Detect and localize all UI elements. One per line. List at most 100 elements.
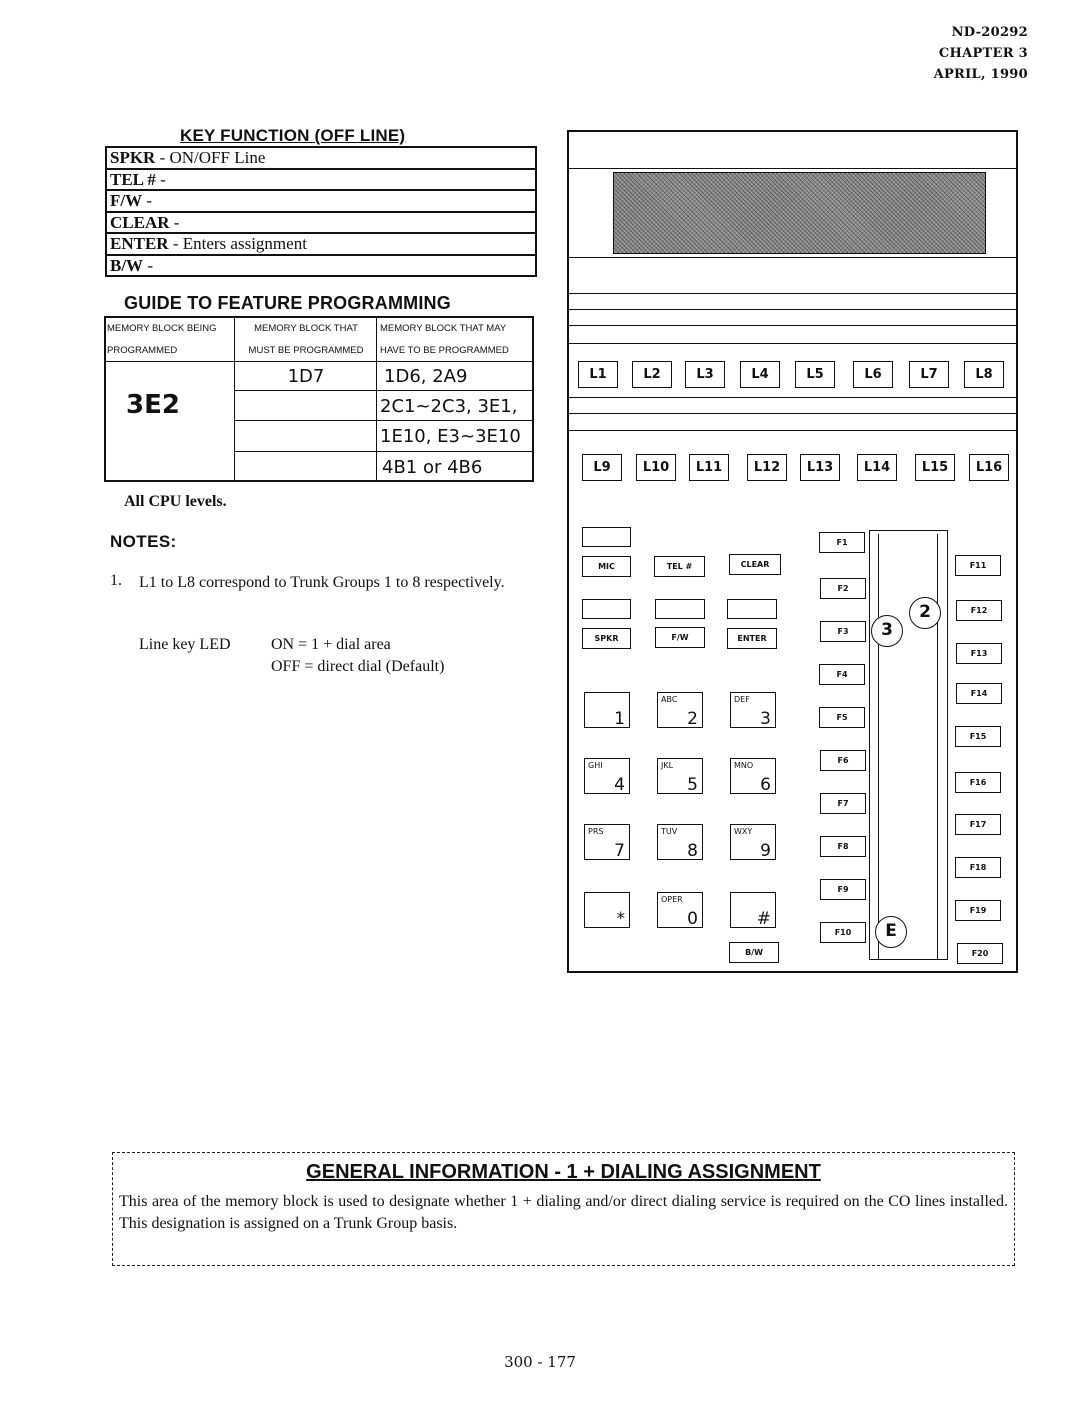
dial-key-star[interactable]: * (584, 892, 630, 929)
divider (234, 318, 235, 480)
dial-key-digit: 6 (760, 775, 771, 795)
f-key-10[interactable]: F10 (820, 922, 866, 943)
f-key-3[interactable]: F3 (820, 621, 866, 642)
designation-strip (869, 530, 948, 960)
dial-key-digit: 2 (687, 709, 698, 729)
f-key-1[interactable]: F1 (819, 532, 865, 553)
note-text: L1 to L8 correspond to Trunk Groups 1 to… (139, 574, 505, 591)
blank-key[interactable] (727, 599, 777, 619)
fw-key[interactable]: F/W (655, 627, 705, 648)
dial-key-digit: # (756, 909, 771, 929)
led-on-meaning: ON = 1 + dial area (271, 636, 391, 653)
dial-key-letters: PRS (588, 827, 604, 836)
key-function-row: ENTER - Enters assignment (107, 234, 535, 256)
blank-key[interactable] (655, 599, 705, 619)
f-key-4[interactable]: F4 (819, 664, 865, 685)
line-key-10[interactable]: L10 (636, 454, 676, 481)
dial-key-letters: JKL (661, 761, 674, 770)
dial-key-4[interactable]: GHI 4 (584, 758, 630, 795)
lcd-display (613, 172, 986, 254)
dial-key-digit: 4 (614, 775, 625, 795)
line-key-3[interactable]: L3 (685, 361, 725, 388)
f-key-7[interactable]: F7 (820, 793, 866, 814)
dial-key-letters: GHI (588, 761, 603, 770)
dial-key-2[interactable]: ABC 2 (657, 692, 703, 729)
blank-key[interactable] (582, 527, 631, 547)
line-key-6[interactable]: L6 (853, 361, 893, 388)
line-key-13[interactable]: L13 (800, 454, 840, 481)
line-key-9[interactable]: L9 (582, 454, 622, 481)
f-key-17[interactable]: F17 (955, 814, 1001, 835)
line-key-11[interactable]: L11 (689, 454, 729, 481)
document-date: APRIL, 1990 (933, 67, 1028, 82)
divider (234, 451, 532, 452)
f-key-14[interactable]: F14 (956, 683, 1002, 704)
f-key-2[interactable]: F2 (820, 578, 866, 599)
dial-key-1[interactable]: 1 (584, 692, 630, 729)
line-key-14[interactable]: L14 (857, 454, 897, 481)
f-key-9[interactable]: F9 (820, 879, 866, 900)
dial-key-0[interactable]: OPER 0 (657, 892, 703, 929)
line-key-4[interactable]: L4 (740, 361, 780, 388)
header-line: MUST BE PROGRAMMED (248, 345, 364, 356)
dial-key-3[interactable]: DEF 3 (730, 692, 776, 729)
f-key-6[interactable]: F6 (820, 750, 866, 771)
dial-key-digit: 9 (760, 841, 771, 861)
page-header: ND-20292 CHAPTER 3 APRIL, 1990 (934, 22, 1028, 85)
enter-key[interactable]: ENTER (727, 628, 777, 649)
line-key-1[interactable]: L1 (578, 361, 618, 388)
f-key-18[interactable]: F18 (955, 857, 1001, 878)
dial-key-8[interactable]: TUV 8 (657, 824, 703, 861)
telephone-diagram: L1 L2 L3 L4 L5 L6 L7 L8 L9 L10 L11 L12 L… (567, 130, 1018, 973)
blank-key[interactable] (582, 599, 631, 619)
f-key-16[interactable]: F16 (955, 772, 1001, 793)
key-name: SPKR (110, 148, 156, 167)
dial-key-hash[interactable]: # (730, 892, 776, 929)
header-line: MEMORY BLOCK THAT (254, 323, 358, 334)
f-key-5[interactable]: F5 (819, 707, 865, 728)
f-key-12[interactable]: F12 (956, 600, 1002, 621)
may-program-value: 1D6, 2A9 (384, 366, 468, 387)
f-key-8[interactable]: F8 (820, 836, 866, 857)
f-key-13[interactable]: F13 (956, 643, 1002, 664)
divider (569, 413, 1016, 414)
f-key-11[interactable]: F11 (955, 555, 1001, 576)
line-key-8[interactable]: L8 (964, 361, 1004, 388)
dial-key-digit: 3 (760, 709, 771, 729)
clear-key[interactable]: CLEAR (729, 554, 781, 575)
key-name: TEL # (110, 169, 156, 189)
chapter-label: CHAPTER 3 (938, 46, 1028, 61)
line-key-7[interactable]: L7 (909, 361, 949, 388)
dial-key-7[interactable]: PRS 7 (584, 824, 630, 861)
callout-e: E (875, 916, 907, 948)
line-key-5[interactable]: L5 (795, 361, 835, 388)
bw-key[interactable]: B/W (729, 942, 779, 963)
line-key-2[interactable]: L2 (632, 361, 672, 388)
f-key-20[interactable]: F20 (957, 943, 1003, 964)
dial-key-6[interactable]: MNO 6 (730, 758, 776, 795)
f-key-15[interactable]: F15 (955, 726, 1001, 747)
dial-key-5[interactable]: JKL 5 (657, 758, 703, 795)
general-information-title: GENERAL INFORMATION - 1 + DIALING ASSIGN… (113, 1161, 1014, 1184)
block-being-programmed: 3E2 (126, 390, 180, 420)
line-key-12[interactable]: L12 (747, 454, 787, 481)
f-key-19[interactable]: F19 (955, 900, 1001, 921)
key-description: - (155, 169, 166, 189)
line-key-16[interactable]: L16 (969, 454, 1009, 481)
tel-number-key[interactable]: TEL # (654, 556, 705, 577)
spkr-key[interactable]: SPKR (582, 628, 631, 649)
may-program-value: 1E10, E3~3E10 (380, 426, 521, 447)
dial-key-digit: 8 (687, 841, 698, 861)
header-line: HAVE TO BE PROGRAMMED (380, 345, 509, 356)
divider (569, 325, 1016, 326)
dial-key-letters: DEF (734, 695, 750, 704)
dial-key-digit: 0 (687, 909, 698, 929)
mic-key[interactable]: MIC (582, 556, 631, 577)
key-function-table: SPKR - ON/OFF Line TEL # - F/W - CLEAR -… (105, 146, 537, 277)
may-program-value: 4B1 or 4B6 (382, 457, 483, 478)
note-number: 1. (110, 572, 122, 589)
line-key-15[interactable]: L15 (915, 454, 955, 481)
dial-key-9[interactable]: WXY 9 (730, 824, 776, 861)
dial-key-digit: * (616, 909, 626, 929)
general-information-box: GENERAL INFORMATION - 1 + DIALING ASSIGN… (112, 1152, 1015, 1266)
